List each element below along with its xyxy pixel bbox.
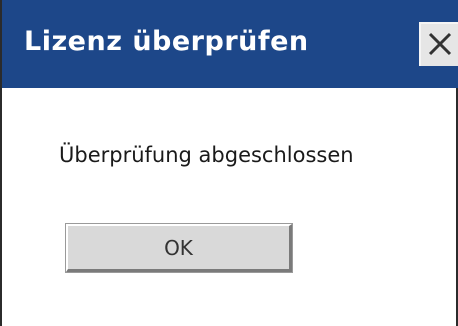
license-check-dialog: Lizenz überprüfen Überprüfung abgeschlos… xyxy=(0,0,458,326)
close-button[interactable] xyxy=(419,22,458,66)
dialog-title: Lizenz überprüfen xyxy=(24,26,309,57)
ok-button[interactable]: OK xyxy=(65,223,293,273)
close-icon xyxy=(428,32,452,56)
status-message: Überprüfung abgeschlossen xyxy=(59,143,354,167)
dialog-titlebar[interactable]: Lizenz überprüfen xyxy=(2,0,458,88)
